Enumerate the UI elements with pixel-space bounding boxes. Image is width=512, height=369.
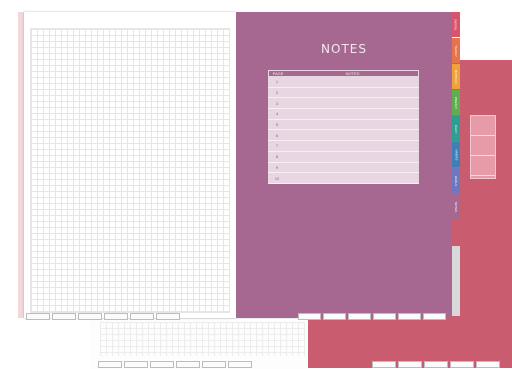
bottom-tab[interactable] bbox=[228, 361, 252, 368]
tab-weekly[interactable]: WEEKLY bbox=[452, 90, 460, 115]
bottom-tab[interactable] bbox=[104, 313, 128, 320]
tab-label: NOTES bbox=[454, 201, 458, 212]
bottom-tab[interactable] bbox=[298, 313, 321, 320]
bottom-tab[interactable] bbox=[202, 361, 226, 368]
tab-notes[interactable]: NOTES bbox=[452, 194, 460, 219]
page-title: NOTES bbox=[321, 42, 367, 56]
row-number: 7 bbox=[275, 143, 279, 149]
dot-grid bbox=[30, 28, 230, 313]
table-row[interactable]: 8 bbox=[268, 152, 419, 163]
tab-daily[interactable]: DAILY bbox=[452, 116, 460, 141]
bottom-tab[interactable] bbox=[323, 313, 346, 320]
bottom-tab[interactable] bbox=[78, 313, 102, 320]
tab-label: HABITS bbox=[454, 149, 458, 160]
bottom-tab[interactable] bbox=[423, 313, 446, 320]
bottom-tab[interactable] bbox=[176, 361, 200, 368]
tab-label: DIGITAL bbox=[454, 18, 459, 31]
bottom-tab[interactable] bbox=[150, 361, 174, 368]
bottom-tab[interactable] bbox=[156, 313, 180, 320]
row-number: 1 bbox=[275, 79, 279, 85]
tab-yearly[interactable]: YEARLY bbox=[452, 38, 460, 63]
header-page: PAGE bbox=[272, 71, 284, 76]
bottom-tab[interactable] bbox=[348, 313, 371, 320]
table-row[interactable]: 9 bbox=[268, 163, 419, 174]
tab-digital[interactable]: DIGITAL bbox=[452, 12, 460, 37]
table-row[interactable]: 1 bbox=[268, 77, 419, 88]
back-page-bottom-tabs bbox=[372, 361, 500, 368]
table-row[interactable]: 5 bbox=[268, 120, 419, 131]
bottom-tab[interactable] bbox=[398, 313, 421, 320]
table-row[interactable]: 3 bbox=[268, 98, 419, 110]
bottom-tab[interactable] bbox=[130, 313, 154, 320]
tab-rail bbox=[452, 246, 460, 316]
header-notes: NOTES bbox=[345, 71, 360, 76]
row-number: 10 bbox=[274, 175, 280, 181]
notes-page-bottom-tabs bbox=[298, 313, 446, 320]
row-number: 3 bbox=[275, 100, 279, 106]
table-row[interactable]: 10 bbox=[268, 173, 419, 184]
bottom-tab[interactable] bbox=[450, 361, 474, 368]
notes-table: PAGE NOTES 1 2 3 4 5 6 7 8 9 10 bbox=[268, 70, 419, 184]
tab-extra[interactable] bbox=[452, 220, 460, 245]
tab-habits[interactable]: HABITS bbox=[452, 142, 460, 167]
row-number: 8 bbox=[275, 154, 279, 160]
bottom-tab[interactable] bbox=[372, 361, 396, 368]
bottom-tab[interactable] bbox=[52, 313, 76, 320]
tab-label: GOALS bbox=[454, 175, 458, 186]
tab-label: DAILY bbox=[454, 124, 459, 133]
bottom-tab[interactable] bbox=[476, 361, 500, 368]
table-row[interactable]: 7 bbox=[268, 141, 419, 152]
tab-monthly[interactable]: MONTHLY bbox=[452, 64, 460, 89]
back-panel-row bbox=[471, 116, 495, 136]
table-row[interactable]: 2 bbox=[268, 88, 419, 99]
back-page-panel bbox=[470, 115, 496, 179]
back-panel-row bbox=[471, 136, 495, 156]
bottom-tab[interactable] bbox=[26, 313, 50, 320]
bottom-tab[interactable] bbox=[398, 361, 422, 368]
bottom-tab[interactable] bbox=[124, 361, 148, 368]
tab-label: WEEKLY bbox=[454, 96, 458, 109]
table-row[interactable]: 4 bbox=[268, 109, 419, 120]
table-header: PAGE NOTES bbox=[268, 70, 419, 77]
tab-goals[interactable]: GOALS bbox=[452, 168, 460, 193]
tab-label: MONTHLY bbox=[454, 69, 459, 84]
white-page-bottom-tabs bbox=[98, 361, 252, 368]
back-panel-row bbox=[471, 156, 495, 176]
bottom-tab[interactable] bbox=[373, 313, 396, 320]
left-page-bottom-tabs bbox=[26, 313, 180, 320]
row-number: 9 bbox=[275, 164, 279, 170]
row-number: 6 bbox=[275, 132, 279, 138]
section-tabs: DIGITAL YEARLY MONTHLY WEEKLY DAILY HABI… bbox=[452, 12, 460, 318]
row-number: 2 bbox=[275, 90, 279, 96]
row-number: 5 bbox=[275, 122, 279, 128]
bottom-tab[interactable] bbox=[98, 361, 122, 368]
row-number: 4 bbox=[275, 111, 279, 117]
tab-label: YEARLY bbox=[454, 44, 458, 57]
table-row[interactable]: 6 bbox=[268, 130, 419, 142]
bottom-tab[interactable] bbox=[424, 361, 448, 368]
back-page-grid bbox=[100, 322, 305, 356]
